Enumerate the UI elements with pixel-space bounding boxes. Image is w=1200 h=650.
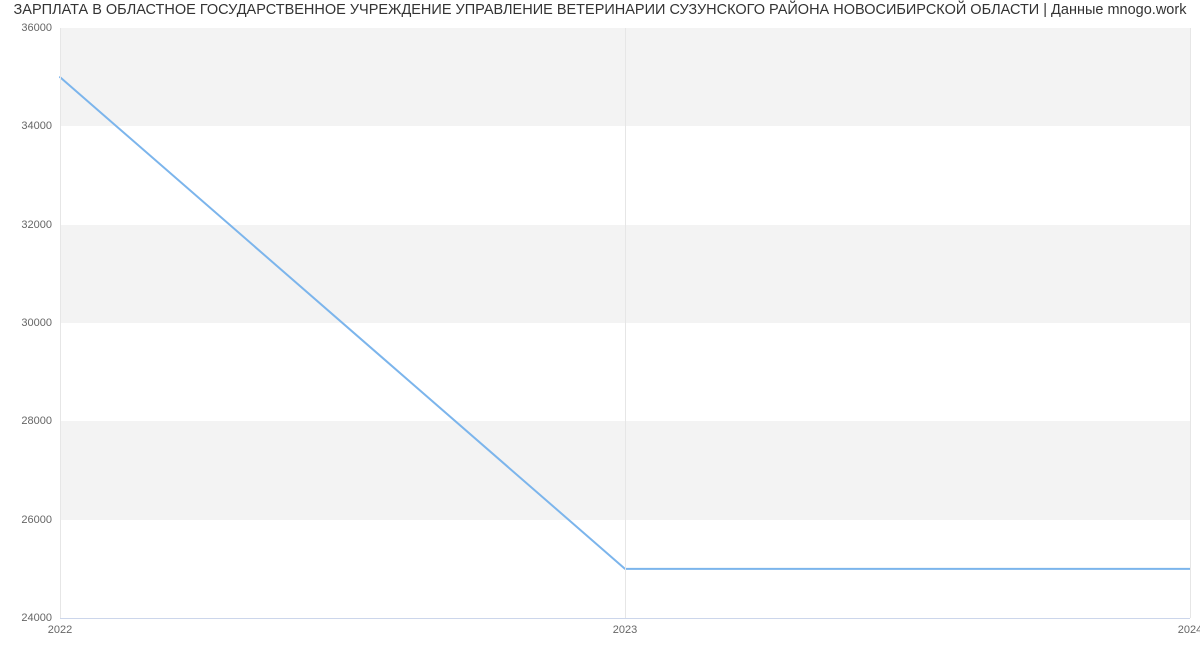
x-tick-label: 2022 <box>48 624 72 636</box>
plot-area: 2400026000280003000032000340003600020222… <box>60 28 1190 618</box>
y-tick-label: 34000 <box>21 120 52 132</box>
y-tick-label: 28000 <box>21 415 52 427</box>
y-tick-label: 36000 <box>21 22 52 34</box>
y-tick-label: 24000 <box>21 612 52 624</box>
y-tick-label: 32000 <box>21 219 52 231</box>
x-gridline <box>60 28 61 618</box>
x-gridline <box>1190 28 1191 618</box>
x-axis-line <box>60 618 1190 619</box>
salary-chart: ЗАРПЛАТА В ОБЛАСТНОЕ ГОСУДАРСТВЕННОЕ УЧР… <box>0 0 1200 650</box>
chart-title: ЗАРПЛАТА В ОБЛАСТНОЕ ГОСУДАРСТВЕННОЕ УЧР… <box>0 2 1200 18</box>
x-gridline <box>625 28 626 618</box>
y-tick-label: 30000 <box>21 317 52 329</box>
x-tick-label: 2024 <box>1178 624 1200 636</box>
x-tick-label: 2023 <box>613 624 637 636</box>
y-tick-label: 26000 <box>21 514 52 526</box>
